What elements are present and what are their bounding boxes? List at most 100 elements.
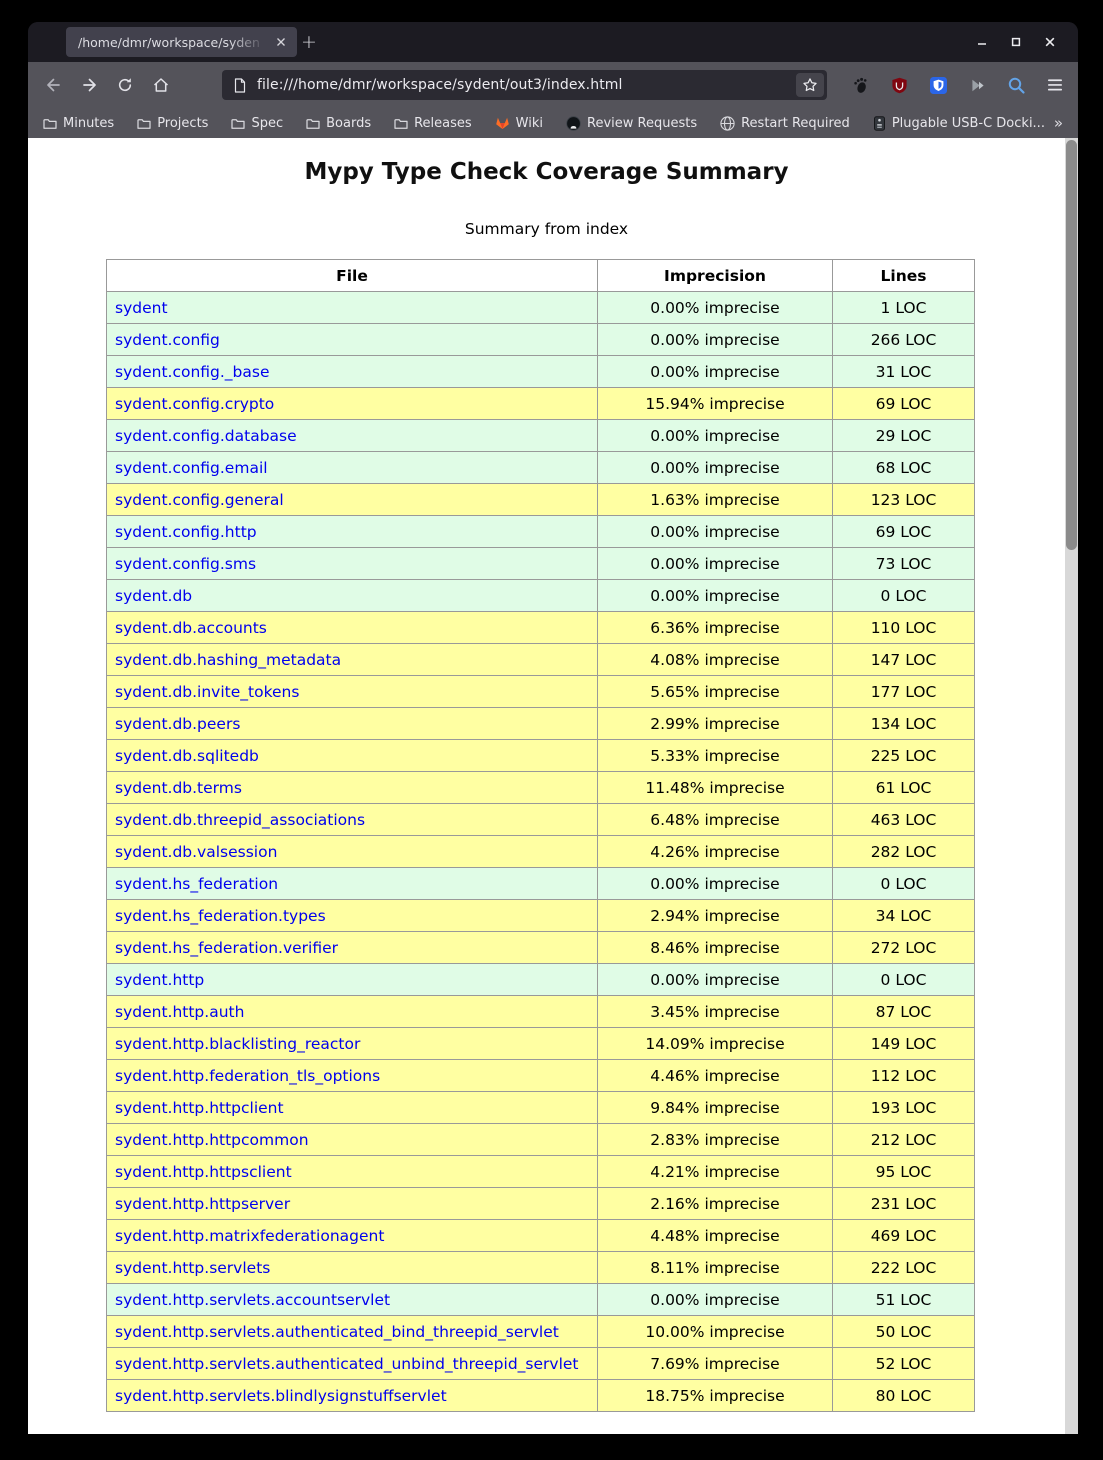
table-row: sydent.config.crypto15.94% imprecise69 L… [107,388,975,420]
bookmark-item-boards[interactable]: Boards [306,116,371,131]
table-row: sydent0.00% imprecise1 LOC [107,292,975,324]
minimize-button[interactable] [970,30,994,54]
bookmark-star-icon[interactable] [796,73,824,97]
globe-icon [720,116,735,131]
bookmark-item-releases[interactable]: Releases [394,116,472,131]
file-link[interactable]: sydent.http.servlets.accountservlet [115,1291,390,1309]
file-link[interactable]: sydent.config.general [115,491,284,509]
file-link[interactable]: sydent.hs_federation [115,875,278,893]
file-link[interactable]: sydent.http.matrixfederationagent [115,1227,384,1245]
bookmark-item-wiki[interactable]: Wiki [495,116,543,131]
file-link[interactable]: sydent.http.servlets.authenticated_bind_… [115,1323,559,1341]
bookmark-label: Spec [251,116,283,131]
new-tab-button[interactable]: + [296,29,322,55]
page-scrollbar[interactable] [1065,138,1078,1434]
scrollbar-thumb[interactable] [1066,140,1077,550]
folder-icon [306,117,320,130]
ublock-extension-icon[interactable] [888,74,910,96]
maximize-button[interactable] [1004,30,1028,54]
file-link[interactable]: sydent.db.hashing_metadata [115,651,341,669]
imprecision-value: 5.65% imprecise [598,676,833,708]
url-text: file:///home/dmr/workspace/sydent/out3/i… [257,77,796,93]
lines-value: 95 LOC [833,1156,975,1188]
file-link[interactable]: sydent.db.peers [115,715,240,733]
column-header-imprecision: Imprecision [598,260,833,292]
home-button[interactable] [146,70,176,100]
file-link[interactable]: sydent.http [115,971,204,989]
file-link[interactable]: sydent.http.blacklisting_reactor [115,1035,360,1053]
file-link[interactable]: sydent.http.servlets.authenticated_unbin… [115,1355,579,1373]
tab-close-icon[interactable] [272,33,290,51]
lines-value: 193 LOC [833,1092,975,1124]
bookmark-item-spec[interactable]: Spec [231,116,283,131]
file-link[interactable]: sydent.hs_federation.types [115,907,326,925]
file-link[interactable]: sydent.http.federation_tls_options [115,1067,380,1085]
imprecision-value: 14.09% imprecise [598,1028,833,1060]
bookmark-item-projects[interactable]: Projects [137,116,208,131]
file-link[interactable]: sydent.config [115,331,220,349]
file-link[interactable]: sydent.db.threepid_associations [115,811,365,829]
file-link[interactable]: sydent [115,299,168,317]
browser-tab[interactable]: /home/dmr/workspace/syden [66,27,297,57]
bookmark-item-minutes[interactable]: Minutes [43,116,114,131]
file-link[interactable]: sydent.http.servlets [115,1259,270,1277]
file-link[interactable]: sydent.config.crypto [115,395,274,413]
reload-button[interactable] [110,70,140,100]
bookmark-item-plugable-usb-c-docki[interactable]: Plugable USB-C Docki... [873,116,1045,131]
file-link[interactable]: sydent.hs_federation.verifier [115,939,338,957]
file-link[interactable]: sydent.config._base [115,363,270,381]
url-bar[interactable]: file:///home/dmr/workspace/sydent/out3/i… [222,70,827,100]
file-link[interactable]: sydent.db.valsession [115,843,277,861]
back-button[interactable] [38,70,68,100]
file-link[interactable]: sydent.db.terms [115,779,242,797]
table-row: sydent.db.invite_tokens 5.65% imprecise17… [107,676,975,708]
plasma-extension-icon[interactable] [966,74,988,96]
file-link[interactable]: sydent.http.httpclient [115,1099,284,1117]
file-link[interactable]: sydent.config.sms [115,555,256,573]
imprecision-value: 4.26% imprecise [598,836,833,868]
page-subtitle: Summary from index [28,220,1065,238]
file-link[interactable]: sydent.db.sqlitedb [115,747,259,765]
table-row: sydent.http.servlets8.11% imprecise222 L… [107,1252,975,1284]
imprecision-value: 2.94% imprecise [598,900,833,932]
file-link[interactable]: sydent.db.accounts [115,619,267,637]
file-link[interactable]: sydent.config.http [115,523,257,541]
imprecision-value: 0.00% imprecise [598,964,833,996]
file-link[interactable]: sydent.config.database [115,427,297,445]
lines-value: 463 LOC [833,804,975,836]
file-link[interactable]: sydent.db [115,587,192,605]
lines-value: 73 LOC [833,548,975,580]
file-link[interactable]: sydent.http.httpsclient [115,1163,292,1181]
file-link[interactable]: sydent.db.invite_tokens [115,683,299,701]
lines-value: 177 LOC [833,676,975,708]
table-row: sydent.config.http0.00% imprecise69 LOC [107,516,975,548]
folder-icon [394,117,408,130]
file-link[interactable]: sydent.config.email [115,459,268,477]
imprecision-value: 5.33% imprecise [598,740,833,772]
file-link[interactable]: sydent.http.servlets.blindlysignstuffser… [115,1387,447,1405]
bookmarks-overflow-chevron[interactable]: » [1054,114,1062,132]
file-link[interactable]: sydent.http.auth [115,1003,244,1021]
lines-value: 222 LOC [833,1252,975,1284]
imprecision-value: 0.00% imprecise [598,548,833,580]
table-row: sydent.http.servlets.authenticated_unbin… [107,1348,975,1380]
bitwarden-extension-icon[interactable] [927,74,949,96]
folder-icon [231,117,245,130]
search-icon[interactable] [1005,74,1027,96]
lines-value: 469 LOC [833,1220,975,1252]
bookmarks-toolbar: Minutes Projects Spec Boards Releases Wi… [28,108,1078,138]
forward-button[interactable] [75,70,105,100]
imprecision-value: 0.00% imprecise [598,580,833,612]
column-header-file: File [107,260,598,292]
mypy-report-page: Mypy Type Check Coverage Summary Summary… [28,138,1065,1434]
lines-value: 0 LOC [833,964,975,996]
file-link[interactable]: sydent.http.httpcommon [115,1131,309,1149]
bookmark-item-review-requests[interactable]: Review Requests [566,116,697,131]
menu-icon[interactable] [1044,74,1066,96]
gnome-extension-icon[interactable] [849,74,871,96]
lines-value: 110 LOC [833,612,975,644]
lines-value: 51 LOC [833,1284,975,1316]
file-link[interactable]: sydent.http.httpserver [115,1195,290,1213]
close-button[interactable] [1038,30,1062,54]
bookmark-item-restart-required[interactable]: Restart Required [720,116,850,131]
